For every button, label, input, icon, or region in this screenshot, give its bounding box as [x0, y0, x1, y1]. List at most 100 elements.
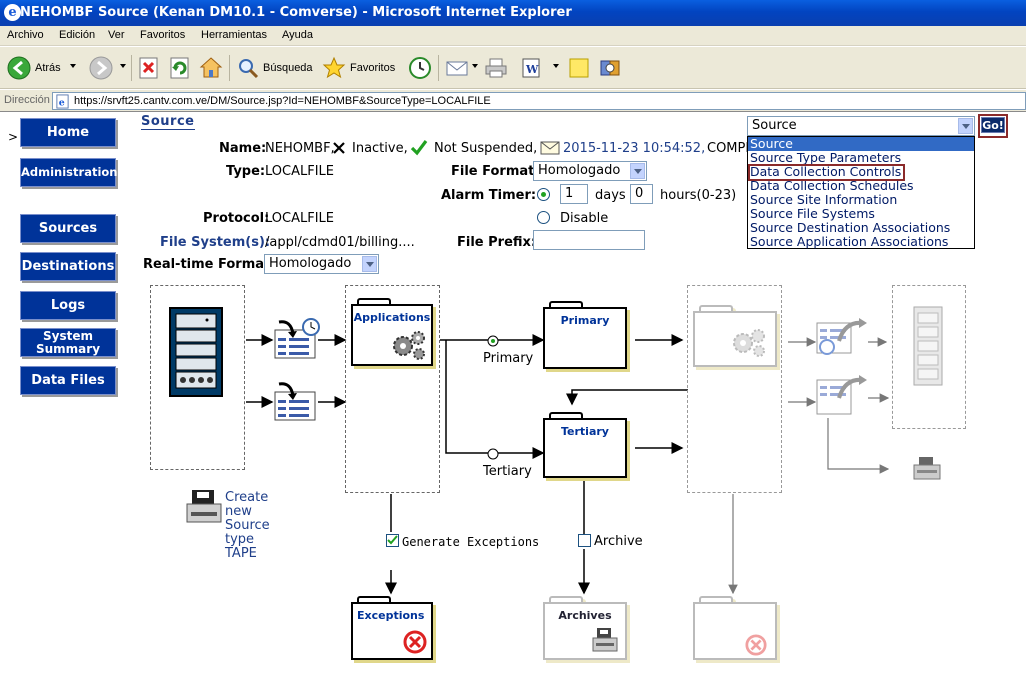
nav-sources-label: Sources: [38, 221, 98, 236]
nav-system-summary-button[interactable]: System Summary: [20, 328, 116, 357]
archive-checkbox[interactable]: [578, 534, 591, 547]
alarm-enabled-radio[interactable]: [537, 188, 550, 201]
envelope-icon: [540, 141, 560, 155]
hours-input[interactable]: 0: [630, 184, 653, 204]
menu-herramientas[interactable]: Herramientas: [201, 29, 267, 41]
stop-icon[interactable]: [137, 56, 161, 80]
nav-home-button[interactable]: Home: [20, 118, 116, 147]
nav-logs-label: Logs: [50, 298, 86, 313]
menu-edicion[interactable]: Edición: [59, 29, 95, 41]
edit-dropdown-icon[interactable]: [553, 64, 559, 68]
source-view-value: Source: [752, 118, 797, 133]
archives-folder: Archives: [543, 596, 629, 662]
file-systems-link[interactable]: File System(s):: [160, 235, 270, 250]
create-line-3: Source: [225, 518, 270, 533]
back-arrow-icon[interactable]: [7, 56, 31, 80]
file-prefix-input[interactable]: [533, 230, 645, 250]
server-icon[interactable]: [168, 306, 224, 398]
address-field[interactable]: e https://srvft25.cantv.com.ve/DM/Source…: [52, 92, 1026, 110]
option-source[interactable]: Source: [748, 137, 974, 151]
discuss-note-icon[interactable]: [567, 56, 591, 80]
primary-folder[interactable]: Primary: [543, 301, 629, 371]
page-icon: e: [56, 94, 69, 109]
primary-radio-dot: [491, 339, 495, 343]
realtime-format-value: Homologado: [269, 256, 352, 271]
print-icon[interactable]: [484, 56, 508, 80]
mail-dropdown-icon[interactable]: [472, 64, 478, 68]
generate-exceptions-checkbox[interactable]: [386, 534, 399, 547]
realtime-format-select[interactable]: Homologado: [264, 254, 379, 274]
days-input[interactable]: 1: [560, 184, 588, 204]
forward-arrow-icon[interactable]: [89, 56, 113, 80]
search-label[interactable]: Búsqueda: [263, 62, 313, 74]
tertiary-folder-label: Tertiary: [561, 425, 609, 438]
alarm-disable-radio[interactable]: [537, 211, 550, 224]
home-icon[interactable]: [199, 56, 223, 80]
toolbar: Atrás Búsqueda Favoritos W: [0, 47, 1026, 89]
type-label: Type:: [226, 164, 266, 179]
messenger-icon[interactable]: [598, 56, 622, 80]
go-button[interactable]: Go!: [981, 117, 1005, 133]
checkmark-icon: [387, 535, 398, 545]
hours-label: hours(0-23): [660, 188, 737, 203]
favorites-label[interactable]: Favoritos: [350, 62, 395, 74]
protocol-value: LOCALFILE: [265, 211, 334, 226]
chevron-down-icon: [630, 163, 645, 179]
mail-icon[interactable]: [445, 56, 469, 80]
back-label[interactable]: Atrás: [35, 62, 61, 74]
name-value: NEHOMBF,: [265, 141, 335, 156]
alarm-timer-label: Alarm Timer:: [441, 188, 537, 203]
favorites-star-icon[interactable]: [322, 56, 346, 80]
remote-server-icon: [913, 306, 943, 386]
menu-bar: Archivo Edición Ver Favoritos Herramient…: [0, 26, 1026, 46]
menu-ver[interactable]: Ver: [108, 29, 125, 41]
refresh-icon[interactable]: [168, 56, 192, 80]
exceptions-folder[interactable]: Exceptions: [351, 596, 435, 662]
file-format-select[interactable]: Homologado: [533, 161, 647, 181]
back-dropdown-icon[interactable]: [70, 64, 76, 68]
nav-sources-button[interactable]: Sources: [20, 214, 116, 243]
option-source-type-parameters[interactable]: Source Type Parameters: [748, 151, 974, 165]
tertiary-folder[interactable]: Tertiary: [543, 412, 629, 480]
menu-ayuda[interactable]: Ayuda: [282, 29, 313, 41]
search-icon[interactable]: [236, 56, 260, 80]
create-line-5: TAPE: [225, 546, 257, 561]
create-tape-source-link[interactable]: Create new Source type TAPE: [225, 491, 270, 561]
create-line-2: new: [225, 504, 252, 519]
primary-route-label: Primary: [483, 351, 534, 366]
applications-folder[interactable]: Applications: [351, 298, 435, 368]
nav-data-files-button[interactable]: Data Files: [20, 366, 116, 395]
source-view-select[interactable]: Source: [747, 116, 975, 136]
inactive-x-icon: [333, 142, 345, 154]
option-data-collection-schedules[interactable]: Data Collection Schedules: [748, 179, 974, 193]
menu-favoritos[interactable]: Favoritos: [140, 29, 185, 41]
address-url[interactable]: https://srvft25.cantv.com.ve/DM/Source.j…: [74, 95, 491, 107]
archive-label: Archive: [594, 534, 643, 549]
forward-dropdown-icon[interactable]: [120, 64, 126, 68]
svg-text:e: e: [59, 97, 65, 108]
nav-administration-button[interactable]: Administration: [20, 158, 118, 187]
option-source-application-associations[interactable]: Source Application Associations: [748, 235, 974, 249]
nav-data-files-label: Data Files: [31, 373, 105, 388]
nav-destinations-button[interactable]: Destinations: [20, 252, 116, 281]
primary-folder-label: Primary: [560, 314, 610, 327]
nav-administration-label: Administration: [21, 165, 118, 179]
menu-archivo[interactable]: Archivo: [7, 29, 44, 41]
page-title: Source: [141, 114, 195, 129]
svg-text:W: W: [525, 63, 539, 76]
option-source-destination-associations[interactable]: Source Destination Associations: [748, 221, 974, 235]
option-source-site-information[interactable]: Source Site Information: [748, 193, 974, 207]
option-source-file-systems[interactable]: Source File Systems: [748, 207, 974, 221]
protocol-label: Protocol:: [203, 211, 270, 226]
history-icon[interactable]: [408, 56, 432, 80]
tertiary-route-label: Tertiary: [483, 464, 532, 479]
tape-drive-icon[interactable]: [185, 488, 223, 524]
nav-logs-button[interactable]: Logs: [20, 291, 116, 320]
address-bar: Dirección e https://srvft25.cantv.com.ve…: [0, 90, 1026, 112]
tape-drive-icon: [913, 457, 941, 480]
gears-icon: [733, 329, 765, 357]
toolbar-divider: [229, 55, 230, 81]
timestamp[interactable]: 2015-11-23 10:54:52,: [563, 141, 705, 156]
edit-word-icon[interactable]: W: [519, 56, 543, 80]
tape-drive-icon: [592, 628, 618, 652]
